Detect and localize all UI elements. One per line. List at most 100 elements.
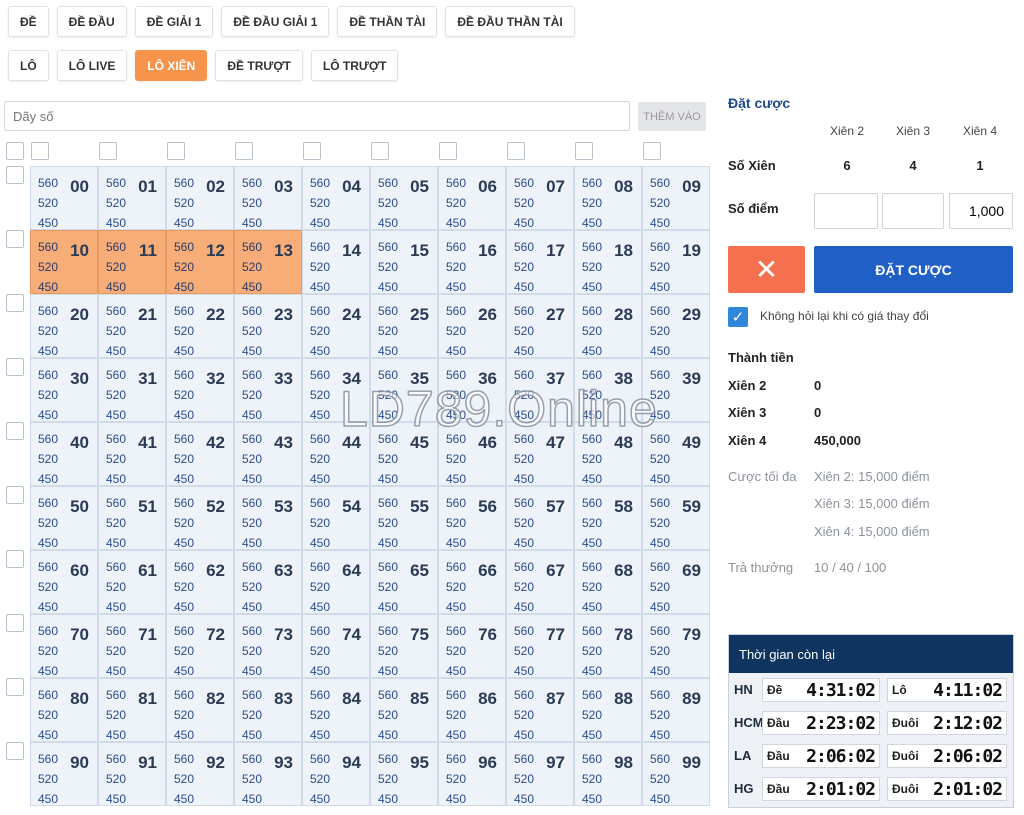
number-cell-14[interactable]: 560 520 450 14 (302, 230, 370, 294)
number-cell-79[interactable]: 560 520 450 79 (642, 614, 710, 678)
column-checkbox-8[interactable] (575, 142, 593, 160)
number-cell-22[interactable]: 560 520 450 22 (166, 294, 234, 358)
number-cell-65[interactable]: 560 520 450 65 (370, 550, 438, 614)
number-cell-13[interactable]: 560 520 450 13 (234, 230, 302, 294)
number-cell-67[interactable]: 560 520 450 67 (506, 550, 574, 614)
number-cell-91[interactable]: 560 520 450 91 (98, 742, 166, 806)
number-cell-51[interactable]: 560 520 450 51 (98, 486, 166, 550)
number-cell-01[interactable]: 560 520 450 01 (98, 166, 166, 230)
points-xien-3-input[interactable] (882, 193, 944, 229)
number-cell-64[interactable]: 560 520 450 64 (302, 550, 370, 614)
number-cell-62[interactable]: 560 520 450 62 (166, 550, 234, 614)
points-xien-4-input[interactable] (949, 193, 1013, 229)
number-cell-76[interactable]: 560 520 450 76 (438, 614, 506, 678)
number-cell-08[interactable]: 560 520 450 08 (574, 166, 642, 230)
row-checkbox-8[interactable] (6, 678, 24, 696)
number-cell-94[interactable]: 560 520 450 94 (302, 742, 370, 806)
number-cell-09[interactable]: 560 520 450 09 (642, 166, 710, 230)
number-cell-66[interactable]: 560 520 450 66 (438, 550, 506, 614)
number-cell-89[interactable]: 560 520 450 89 (642, 678, 710, 742)
number-cell-16[interactable]: 560 520 450 16 (438, 230, 506, 294)
column-checkbox-2[interactable] (167, 142, 185, 160)
number-cell-61[interactable]: 560 520 450 61 (98, 550, 166, 614)
column-checkbox-7[interactable] (507, 142, 525, 160)
number-cell-74[interactable]: 560 520 450 74 (302, 614, 370, 678)
number-cell-12[interactable]: 560 520 450 12 (166, 230, 234, 294)
add-button[interactable]: THÊM VÀO (638, 102, 706, 131)
number-cell-52[interactable]: 560 520 450 52 (166, 486, 234, 550)
tab-lo-truot[interactable]: LÔ TRƯỢT (310, 50, 399, 81)
row-checkbox-1[interactable] (6, 230, 24, 248)
number-cell-88[interactable]: 560 520 450 88 (574, 678, 642, 742)
row-checkbox-6[interactable] (6, 550, 24, 568)
number-cell-80[interactable]: 560 520 450 80 (30, 678, 98, 742)
tab-de-dau-giai-1[interactable]: ĐỀ ĐẦU GIẢI 1 (221, 6, 330, 37)
number-cell-50[interactable]: 560 520 450 50 (30, 486, 98, 550)
tab-de-than-tai[interactable]: ĐỀ THẦN TÀI (337, 6, 438, 37)
tab-de-truot[interactable]: ĐỀ TRƯỢT (215, 50, 303, 81)
select-all-checkbox[interactable] (6, 142, 24, 160)
number-cell-35[interactable]: 560 520 450 35 (370, 358, 438, 422)
tab-lo-xien[interactable]: LÔ XIÊN (135, 50, 208, 81)
row-checkbox-2[interactable] (6, 294, 24, 312)
number-cell-44[interactable]: 560 520 450 44 (302, 422, 370, 486)
number-cell-82[interactable]: 560 520 450 82 (166, 678, 234, 742)
number-cell-11[interactable]: 560 520 450 11 (98, 230, 166, 294)
number-cell-70[interactable]: 560 520 450 70 (30, 614, 98, 678)
number-cell-24[interactable]: 560 520 450 24 (302, 294, 370, 358)
number-cell-41[interactable]: 560 520 450 41 (98, 422, 166, 486)
number-cell-02[interactable]: 560 520 450 02 (166, 166, 234, 230)
number-cell-98[interactable]: 560 520 450 98 (574, 742, 642, 806)
number-cell-27[interactable]: 560 520 450 27 (506, 294, 574, 358)
tab-lo-live[interactable]: LÔ LIVE (56, 50, 128, 81)
number-cell-85[interactable]: 560 520 450 85 (370, 678, 438, 742)
column-checkbox-4[interactable] (303, 142, 321, 160)
number-cell-26[interactable]: 560 520 450 26 (438, 294, 506, 358)
number-cell-38[interactable]: 560 520 450 38 (574, 358, 642, 422)
number-cell-43[interactable]: 560 520 450 43 (234, 422, 302, 486)
row-checkbox-5[interactable] (6, 486, 24, 504)
number-cell-15[interactable]: 560 520 450 15 (370, 230, 438, 294)
number-cell-87[interactable]: 560 520 450 87 (506, 678, 574, 742)
number-cell-40[interactable]: 560 520 450 40 (30, 422, 98, 486)
number-cell-33[interactable]: 560 520 450 33 (234, 358, 302, 422)
number-cell-06[interactable]: 560 520 450 06 (438, 166, 506, 230)
number-cell-03[interactable]: 560 520 450 03 (234, 166, 302, 230)
place-bet-button[interactable]: ĐẶT CƯỢC (814, 246, 1013, 293)
number-cell-17[interactable]: 560 520 450 17 (506, 230, 574, 294)
column-checkbox-6[interactable] (439, 142, 457, 160)
number-cell-86[interactable]: 560 520 450 86 (438, 678, 506, 742)
number-cell-56[interactable]: 560 520 450 56 (438, 486, 506, 550)
number-cell-59[interactable]: 560 520 450 59 (642, 486, 710, 550)
number-cell-31[interactable]: 560 520 450 31 (98, 358, 166, 422)
tab-lo[interactable]: LÔ (8, 50, 49, 81)
tab-de-giai-1[interactable]: ĐỀ GIẢI 1 (134, 6, 214, 37)
number-cell-57[interactable]: 560 520 450 57 (506, 486, 574, 550)
number-cell-84[interactable]: 560 520 450 84 (302, 678, 370, 742)
number-cell-39[interactable]: 560 520 450 39 (642, 358, 710, 422)
number-cell-97[interactable]: 560 520 450 97 (506, 742, 574, 806)
number-sequence-input[interactable] (4, 101, 630, 131)
number-cell-63[interactable]: 560 520 450 63 (234, 550, 302, 614)
number-cell-48[interactable]: 560 520 450 48 (574, 422, 642, 486)
number-cell-90[interactable]: 560 520 450 90 (30, 742, 98, 806)
number-cell-34[interactable]: 560 520 450 34 (302, 358, 370, 422)
number-cell-10[interactable]: 560 520 450 10 (30, 230, 98, 294)
number-cell-95[interactable]: 560 520 450 95 (370, 742, 438, 806)
number-cell-46[interactable]: 560 520 450 46 (438, 422, 506, 486)
row-checkbox-0[interactable] (6, 166, 24, 184)
number-cell-93[interactable]: 560 520 450 93 (234, 742, 302, 806)
row-checkbox-4[interactable] (6, 422, 24, 440)
number-cell-54[interactable]: 560 520 450 54 (302, 486, 370, 550)
number-cell-81[interactable]: 560 520 450 81 (98, 678, 166, 742)
number-cell-96[interactable]: 560 520 450 96 (438, 742, 506, 806)
number-cell-71[interactable]: 560 520 450 71 (98, 614, 166, 678)
number-cell-28[interactable]: 560 520 450 28 (574, 294, 642, 358)
number-cell-55[interactable]: 560 520 450 55 (370, 486, 438, 550)
number-cell-78[interactable]: 560 520 450 78 (574, 614, 642, 678)
number-cell-07[interactable]: 560 520 450 07 (506, 166, 574, 230)
number-cell-32[interactable]: 560 520 450 32 (166, 358, 234, 422)
number-cell-23[interactable]: 560 520 450 23 (234, 294, 302, 358)
number-cell-21[interactable]: 560 520 450 21 (98, 294, 166, 358)
tab-de[interactable]: ĐỀ (8, 6, 49, 37)
